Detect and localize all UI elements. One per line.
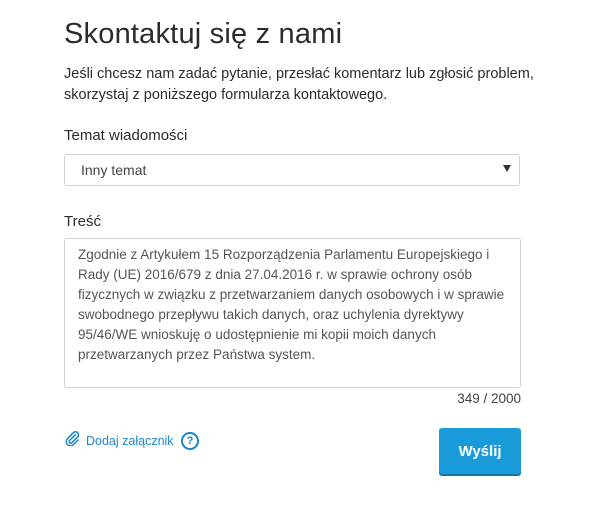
topic-select-value: Inny temat <box>81 162 147 178</box>
contact-form-page: Skontaktuj się z nami Jeśli chcesz nam z… <box>0 0 608 531</box>
page-title: Skontaktuj się z nami <box>64 18 343 50</box>
message-textarea[interactable]: Zgodnie z Artykułem 15 Rozporządzenia Pa… <box>64 238 521 388</box>
add-attachment-label: Dodaj załącznik <box>86 433 174 448</box>
send-button[interactable]: Wyślij <box>439 428 521 474</box>
question-circle-icon[interactable]: ? <box>181 432 199 450</box>
topic-label: Temat wiadomości <box>64 127 188 144</box>
paperclip-icon <box>64 430 80 451</box>
char-counter: 349 / 2000 <box>457 391 521 406</box>
add-attachment-link[interactable]: Dodaj załącznik <box>64 430 174 451</box>
message-label: Treść <box>64 213 101 230</box>
topic-select[interactable]: Inny temat <box>64 154 520 186</box>
caret-down-icon <box>503 165 511 172</box>
intro-text: Jeśli chcesz nam zadać pytanie, przesłać… <box>64 66 534 103</box>
